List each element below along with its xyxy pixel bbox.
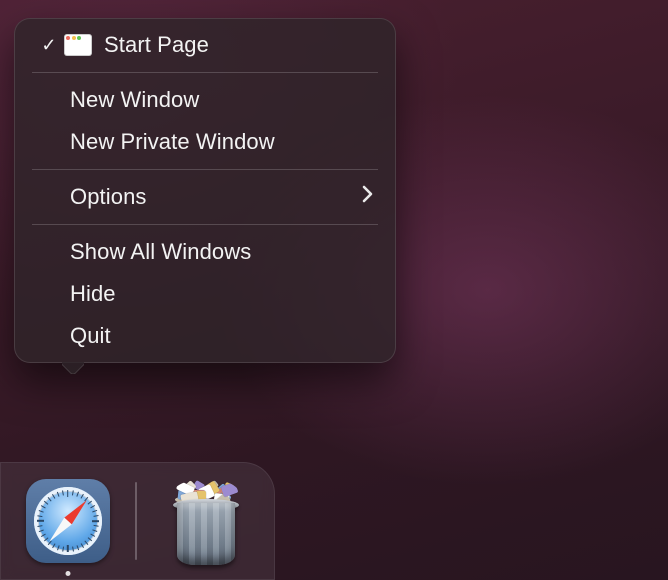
traffic-light-green: [77, 36, 81, 40]
menu-separator: [32, 169, 378, 170]
chevron-right-icon: [362, 185, 374, 209]
window-thumbnail-icon: [64, 34, 92, 56]
running-indicator-icon: [65, 571, 70, 576]
trash-bin-icon: [177, 503, 235, 565]
menu-item-options[interactable]: Options: [14, 176, 396, 218]
menu-callout-pointer: [62, 362, 84, 374]
menu-item-label: New Private Window: [70, 129, 374, 155]
trash-dock-icon[interactable]: [169, 477, 243, 565]
checkmark-icon: ✓: [34, 35, 64, 56]
menu-item-label: Hide: [70, 281, 374, 307]
menu-separator: [32, 72, 378, 73]
menu-item-label: Show All Windows: [70, 239, 374, 265]
safari-dock-context-menu: ✓ Start Page New Window New Private Wind…: [14, 18, 396, 363]
dock-app-slot: [0, 462, 135, 580]
menu-separator: [32, 224, 378, 225]
menu-item-label: Start Page: [104, 32, 374, 58]
traffic-light-yellow: [72, 36, 76, 40]
traffic-light-red: [66, 36, 70, 40]
menu-item-start-page[interactable]: ✓ Start Page: [14, 24, 396, 66]
safari-dock-icon[interactable]: [26, 479, 110, 563]
menu-item-new-window[interactable]: New Window: [14, 79, 396, 121]
dock-trash-slot: [137, 462, 275, 580]
menu-item-label: Quit: [70, 323, 374, 349]
menu-item-label: New Window: [70, 87, 374, 113]
menu-item-quit[interactable]: Quit: [14, 315, 396, 357]
menu-item-label: Options: [70, 184, 362, 210]
dock: [0, 462, 275, 580]
menu-item-hide[interactable]: Hide: [14, 273, 396, 315]
menu-item-new-private-window[interactable]: New Private Window: [14, 121, 396, 163]
menu-item-show-all-windows[interactable]: Show All Windows: [14, 231, 396, 273]
